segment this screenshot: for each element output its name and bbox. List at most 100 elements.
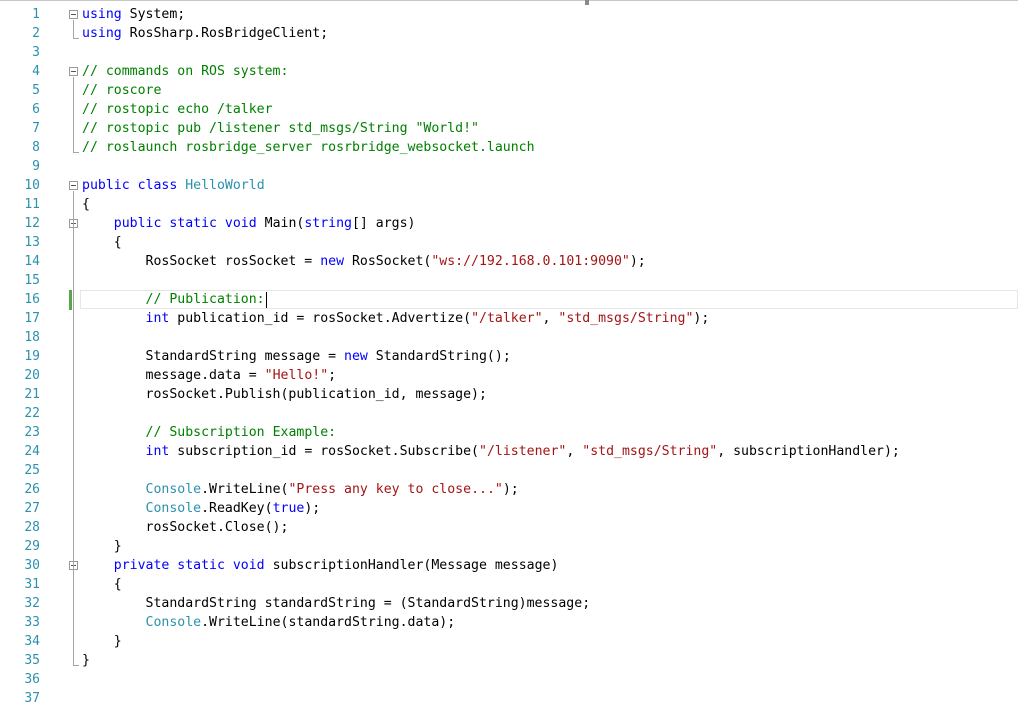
code-token: } (82, 653, 90, 668)
code-line[interactable]: 33 Console.WriteLine(standardString.data… (0, 613, 1018, 632)
code-line[interactable]: 1 using System; (0, 5, 1018, 24)
code-text[interactable]: public static void Main(string[] args) (82, 214, 416, 233)
code-line[interactable]: 8 // roslaunch rosbridge_server rosrbridg… (0, 138, 1018, 157)
code-line[interactable]: 37 (0, 689, 1018, 708)
code-line[interactable]: 17 int publication_id = rosSocket.Advert… (0, 309, 1018, 328)
code-line[interactable]: 23 // Subscription Example: (0, 423, 1018, 442)
code-text[interactable]: } (82, 651, 90, 670)
outline-guide (73, 77, 74, 152)
code-line[interactable]: 14 RosSocket rosSocket = new RosSocket("… (0, 252, 1018, 271)
code-text[interactable]: rosSocket.Publish(publication_id, messag… (82, 385, 487, 404)
code-text[interactable]: int publication_id = rosSocket.Advertize… (82, 309, 710, 328)
code-text[interactable]: Console.ReadKey(true); (82, 499, 321, 518)
code-line[interactable]: 35} (0, 651, 1018, 670)
code-token: RosSharp.RosBridgeClient; (121, 26, 329, 41)
line-number: 29 (24, 539, 40, 554)
code-line[interactable]: 20 message.data = "Hello!"; (0, 366, 1018, 385)
line-number: 37 (24, 691, 40, 706)
code-text[interactable]: RosSocket rosSocket = new RosSocket("ws:… (82, 252, 646, 271)
code-token: "/talker" (471, 311, 543, 326)
code-line[interactable]: 21 rosSocket.Publish(publication_id, mes… (0, 385, 1018, 404)
code-line[interactable]: 3 (0, 43, 1018, 62)
code-line[interactable]: 5 // roscore (0, 81, 1018, 100)
code-text[interactable]: // rostopic echo /talker (82, 100, 273, 119)
code-line[interactable]: 19 StandardString message = new Standard… (0, 347, 1018, 366)
code-text[interactable]: // commands on ROS system: (82, 62, 288, 81)
code-line[interactable]: 12 public static void Main(string[] args… (0, 214, 1018, 233)
code-token: } (82, 539, 122, 554)
code-text[interactable]: int subscription_id = rosSocket.Subscrib… (82, 442, 900, 461)
code-editor[interactable]: 1 using System; 2 using RosSharp.RosBridgeC… (0, 0, 1018, 719)
code-line[interactable]: 31 { (0, 575, 1018, 594)
collapse-toggle-icon[interactable] (69, 67, 78, 76)
outline-guide (73, 191, 74, 665)
code-line[interactable]: 32 StandardString standardString = (Stan… (0, 594, 1018, 613)
code-token: // roslaunch rosbridge_server rosrbridge… (82, 140, 535, 155)
outline-guide-end (73, 665, 79, 666)
code-text[interactable]: Console.WriteLine(standardString.data); (82, 613, 456, 632)
code-line[interactable]: 11 { (0, 195, 1018, 214)
line-number: 14 (24, 254, 40, 269)
code-token: { (82, 235, 122, 250)
code-text[interactable]: // Subscription Example: (82, 423, 337, 442)
code-text[interactable]: { (82, 233, 122, 252)
code-line[interactable]: 36 (0, 670, 1018, 689)
code-text[interactable]: public class HelloWorld (82, 176, 265, 195)
code-line[interactable]: 28 rosSocket.Close(); (0, 518, 1018, 537)
collapse-toggle-icon[interactable] (69, 10, 78, 19)
code-token: publication_id = rosSocket.Advertize( (169, 311, 472, 326)
code-token: // rostopic echo /talker (82, 102, 273, 117)
current-line-highlight (80, 290, 1018, 309)
code-token: // rostopic pub /listener std_msgs/Strin… (82, 121, 479, 136)
code-line[interactable]: 13 { (0, 233, 1018, 252)
code-token: // roscore (82, 83, 162, 98)
line-number: 1 (32, 7, 40, 22)
code-text[interactable]: } (82, 537, 122, 556)
line-number: 19 (24, 349, 40, 364)
line-number: 2 (32, 26, 40, 41)
code-line[interactable]: 22 (0, 404, 1018, 423)
code-token: System; (121, 7, 186, 22)
code-line[interactable]: 18 (0, 328, 1018, 347)
code-line[interactable]: 7 // rostopic pub /listener std_msgs/Stri… (0, 119, 1018, 138)
code-text[interactable]: using RosSharp.RosBridgeClient; (82, 24, 328, 43)
code-line[interactable]: 25 (0, 461, 1018, 480)
code-text[interactable]: { (82, 195, 90, 214)
code-text[interactable]: // roscore (82, 81, 161, 100)
line-number: 23 (24, 425, 40, 440)
code-text[interactable]: Console.WriteLine("Press any key to clos… (82, 480, 519, 499)
code-token: private static void (113, 558, 265, 573)
code-line[interactable]: 26 Console.WriteLine("Press any key to c… (0, 480, 1018, 499)
code-line[interactable]: 4 // commands on ROS system: (0, 62, 1018, 81)
code-line[interactable]: 24 int subscription_id = rosSocket.Subsc… (0, 442, 1018, 461)
code-text[interactable]: using System; (82, 5, 185, 24)
code-line[interactable]: 10 public class HelloWorld (0, 176, 1018, 195)
code-text[interactable]: private static void subscriptionHandler(… (82, 556, 559, 575)
line-number: 3 (32, 45, 40, 60)
line-number: 18 (24, 330, 40, 345)
outline-guide-end (73, 152, 79, 153)
code-line[interactable]: 34 } (0, 632, 1018, 651)
code-text[interactable]: // rostopic pub /listener std_msgs/Strin… (82, 119, 479, 138)
collapse-toggle-icon[interactable] (69, 181, 78, 190)
line-number: 36 (24, 672, 40, 687)
code-line[interactable]: 15 (0, 271, 1018, 290)
code-line[interactable]: 27 Console.ReadKey(true); (0, 499, 1018, 518)
code-line[interactable]: 30 private static void subscriptionHandl… (0, 556, 1018, 575)
code-line[interactable]: 2 using RosSharp.RosBridgeClient; (0, 24, 1018, 43)
code-line[interactable]: 9 (0, 157, 1018, 176)
line-number: 32 (24, 596, 40, 611)
code-text[interactable]: message.data = "Hello!"; (82, 366, 337, 385)
code-text[interactable]: StandardString standardString = (Standar… (82, 594, 591, 613)
code-token: } (82, 634, 122, 649)
code-text[interactable]: // roslaunch rosbridge_server rosrbridge… (82, 138, 535, 157)
code-text[interactable]: StandardString message = new StandardStr… (82, 347, 511, 366)
code-text[interactable]: { (82, 575, 122, 594)
code-line[interactable]: 29 } (0, 537, 1018, 556)
code-text[interactable]: } (82, 632, 122, 651)
line-number: 9 (32, 159, 40, 174)
code-line[interactable]: 6 // rostopic echo /talker (0, 100, 1018, 119)
code-text[interactable]: rosSocket.Close(); (82, 518, 289, 537)
